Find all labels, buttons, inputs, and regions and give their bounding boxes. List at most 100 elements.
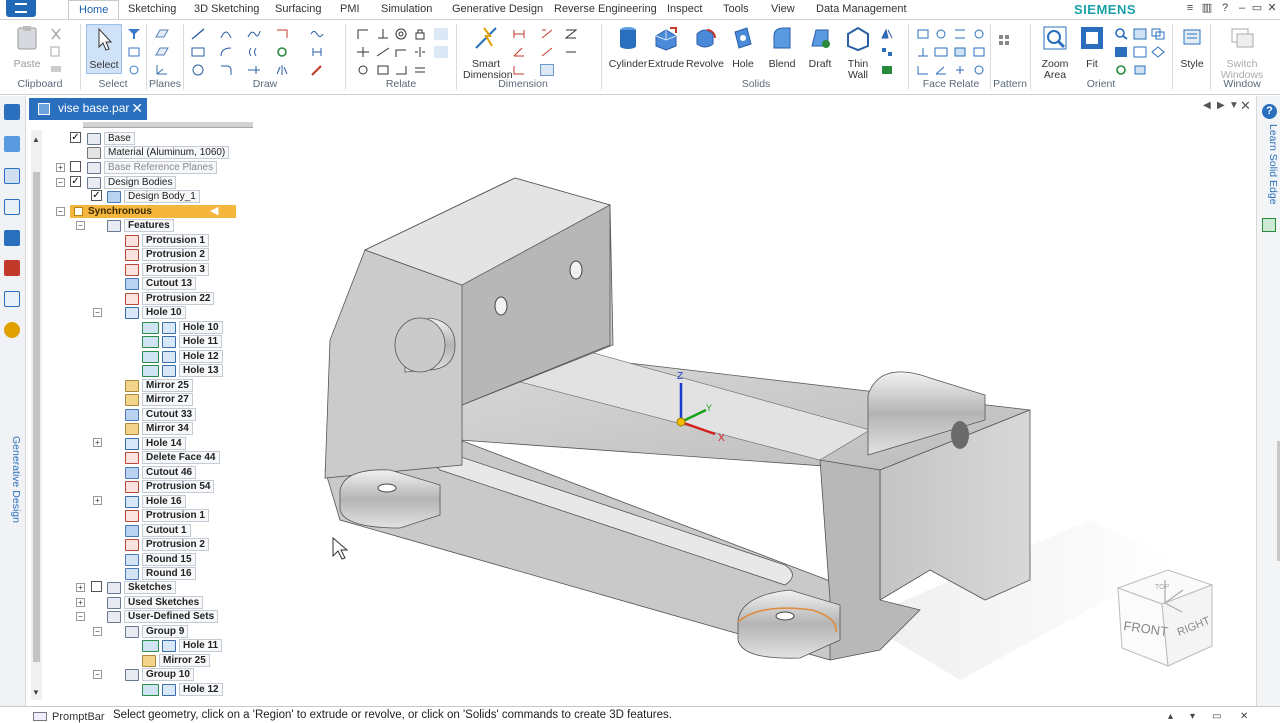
copy-icon[interactable]: [49, 46, 63, 58]
relationship-handles-icon[interactable]: [434, 28, 448, 40]
tab-simulation[interactable]: Simulation: [381, 3, 432, 15]
tree-item-mirror-34[interactable]: Mirror 34: [125, 422, 193, 435]
offset-icon[interactable]: [247, 46, 261, 58]
tangent-face-icon[interactable]: [972, 28, 986, 40]
tree-item-used-sketches[interactable]: Used Sketches: [107, 596, 204, 609]
dimension-style-icon[interactable]: [540, 64, 554, 76]
select-tools-icon[interactable]: [127, 46, 141, 58]
tab-scroll-left-icon[interactable]: ◀: [1203, 100, 1211, 111]
previous-view-icon[interactable]: [1133, 64, 1147, 76]
learn-solid-edge-tab[interactable]: Learn Solid Edge: [1261, 124, 1279, 214]
columns-icon[interactable]: ▥: [1201, 2, 1213, 14]
prompt-dock-icon[interactable]: ▭: [1212, 711, 1221, 722]
equal-icon[interactable]: [413, 64, 427, 76]
arc-icon[interactable]: [219, 28, 233, 40]
tree-item-design-bodies[interactable]: Design Bodies: [87, 176, 177, 189]
tree-item-protrusion-54[interactable]: Protrusion 54: [125, 480, 215, 493]
tree-item-group-10[interactable]: Group 10: [125, 668, 194, 681]
draft-button[interactable]: Draft: [804, 24, 836, 70]
layout-icon[interactable]: ≡: [1184, 2, 1196, 14]
design-bodies-checkbox[interactable]: ✓: [70, 176, 81, 187]
scroll-up-icon[interactable]: ▲: [32, 135, 40, 144]
named-views-icon[interactable]: [1133, 28, 1147, 40]
tree-item-mirror-27[interactable]: Mirror 27: [125, 393, 193, 406]
angle-face-icon[interactable]: [934, 64, 948, 76]
collapse-group-9-icon[interactable]: −: [93, 627, 102, 636]
tab-view[interactable]: View: [771, 3, 795, 15]
symmetric-diameter-icon[interactable]: [540, 28, 554, 40]
tree-item-group-10-hole[interactable]: Hole 12: [142, 683, 223, 696]
close-document-icon[interactable]: ✕: [1240, 98, 1251, 114]
tree-item-user-defined-sets[interactable]: User-Defined Sets: [107, 610, 219, 623]
pattern-feature-icon[interactable]: [880, 46, 894, 58]
rigid-set-icon[interactable]: [376, 64, 390, 76]
construction-icon[interactable]: [310, 28, 324, 40]
pen-icon[interactable]: [310, 64, 324, 76]
extrude-button[interactable]: Extrude: [648, 24, 684, 70]
tree-item-hole-10[interactable]: Hole 10: [125, 306, 186, 319]
expand-hole-14-icon[interactable]: +: [93, 438, 102, 447]
select-button[interactable]: Select: [86, 24, 122, 74]
rotate-view-icon[interactable]: [1114, 64, 1128, 76]
tangent-arc-icon[interactable]: [219, 46, 233, 58]
prompt-expand-icon[interactable]: ▾: [1190, 711, 1195, 722]
prompt-close-icon[interactable]: ✕: [1240, 711, 1248, 722]
perpendicular-icon[interactable]: [376, 28, 390, 40]
zoom-area-button[interactable]: Zoom Area: [1038, 24, 1072, 81]
curve-icon[interactable]: [247, 28, 261, 40]
sketch-view-icon[interactable]: [1133, 46, 1147, 58]
rollback-arrow-icon[interactable]: ◀: [210, 206, 218, 217]
tree-item-protrusion-2[interactable]: Protrusion 2: [125, 248, 209, 261]
sensors-icon[interactable]: [4, 168, 20, 184]
tree-item-mirror-25[interactable]: Mirror 25: [125, 379, 193, 392]
document-tab[interactable]: vise base.par ✕: [29, 98, 147, 120]
move-icon[interactable]: [275, 46, 289, 58]
tab-scroll-right-icon[interactable]: ▶: [1217, 100, 1225, 111]
collapse-features-icon[interactable]: −: [76, 221, 85, 230]
scroll-down-icon[interactable]: ▼: [32, 688, 40, 697]
help-icon[interactable]: ?: [1219, 2, 1231, 14]
layers-icon[interactable]: [4, 136, 20, 152]
tree-item-sketches[interactable]: Sketches: [107, 581, 176, 594]
expand-hole-16-icon[interactable]: +: [93, 496, 102, 505]
coordinate-dimension-icon[interactable]: [512, 64, 526, 76]
rotate-icon[interactable]: [356, 64, 370, 76]
tree-item-group-9[interactable]: Group 9: [125, 625, 189, 638]
tab-home[interactable]: Home: [68, 0, 120, 20]
maintain-relationships-icon[interactable]: [394, 64, 408, 76]
horizontal-vertical-icon[interactable]: [356, 46, 370, 58]
base-planes-checkbox[interactable]: [70, 161, 81, 172]
plane-icon[interactable]: [155, 28, 169, 40]
tree-item-round-15[interactable]: Round 15: [125, 553, 196, 566]
tree-item-cutout-13[interactable]: Cutout 13: [125, 277, 197, 290]
tab-inspect[interactable]: Inspect: [667, 3, 702, 15]
vise-base-model[interactable]: Z X Y FRONT RIGHT TOP: [258, 121, 1256, 706]
design-body-checkbox[interactable]: ✓: [91, 190, 102, 201]
tab-data-management[interactable]: Data Management: [816, 3, 907, 15]
tab-sketching[interactable]: Sketching: [128, 3, 176, 15]
tangent-icon[interactable]: [394, 46, 408, 58]
trim-icon[interactable]: [275, 28, 289, 40]
view-cube[interactable]: FRONT RIGHT TOP: [1116, 569, 1214, 667]
tree-item-group-9-mirror[interactable]: Mirror 25: [142, 654, 210, 667]
pmi-icon[interactable]: [564, 46, 578, 58]
symmetric-face-icon[interactable]: [934, 46, 948, 58]
revolve-button[interactable]: Revolve: [686, 24, 724, 70]
pan-icon[interactable]: [1114, 46, 1128, 58]
copy-view-icon[interactable]: [1151, 28, 1165, 40]
generative-design-tab[interactable]: Generative Design: [2, 436, 22, 526]
circle-icon[interactable]: [191, 64, 205, 76]
collapse-hole-10-icon[interactable]: −: [93, 308, 102, 317]
graphics-window[interactable]: Z X Y FRONT RIGHT TOP: [258, 121, 1256, 706]
cylinder-button[interactable]: Cylinder: [608, 24, 648, 70]
project-icon[interactable]: [310, 46, 324, 58]
pattern-icon[interactable]: [998, 34, 1012, 46]
add-relate-icon[interactable]: [953, 64, 967, 76]
tree-item-design-body-1[interactable]: Design Body_1: [107, 190, 200, 203]
tree-item-protrusion-1[interactable]: Protrusion 1: [125, 234, 209, 247]
plane-by-point-icon[interactable]: [155, 46, 169, 58]
pathfinder-icon[interactable]: [4, 104, 20, 120]
mirror-sketch-icon[interactable]: [275, 64, 289, 76]
filter-icon[interactable]: [127, 28, 141, 40]
tree-item-protrusion-3[interactable]: Protrusion 3: [125, 263, 209, 276]
